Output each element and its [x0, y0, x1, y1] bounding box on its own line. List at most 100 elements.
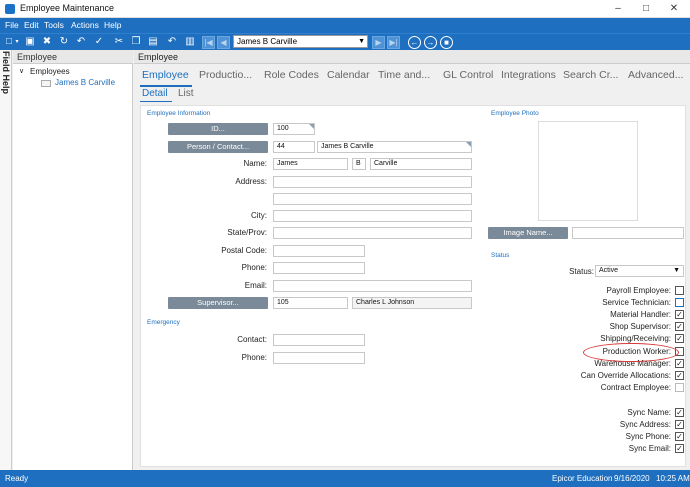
material-handler-checkbox[interactable]: ✓ — [675, 310, 684, 319]
menu-edit[interactable]: Edit — [24, 20, 39, 30]
phone-field[interactable] — [273, 262, 365, 274]
record-nav-value: James B Carville — [237, 37, 298, 46]
status-value: Active — [599, 267, 619, 274]
middle-initial-field[interactable]: B — [352, 158, 366, 170]
sync-email-checkbox[interactable]: ✓ — [675, 444, 684, 453]
tab-integrations[interactable]: Integrations — [501, 69, 556, 81]
address-line1-field[interactable] — [273, 176, 472, 188]
image-name-field[interactable] — [572, 227, 684, 239]
supervisor-button[interactable]: Supervisor... — [168, 297, 268, 309]
tab-employee[interactable]: Employee — [142, 69, 189, 81]
undo-icon[interactable]: ↶ — [75, 36, 87, 48]
status-company: Epicor Education — [552, 474, 613, 483]
refresh-icon[interactable]: ↻ — [58, 36, 70, 48]
status-select[interactable]: Active ▼ — [595, 265, 684, 277]
postal-code-label: Postal Code: — [221, 246, 267, 255]
service-technician-checkbox[interactable] — [675, 298, 684, 307]
shipping-receiving-checkbox[interactable]: ✓ — [675, 334, 684, 343]
state-label: State/Prov: — [227, 228, 267, 237]
last-name-field[interactable]: Carville — [370, 158, 472, 170]
last-record-button[interactable]: ▶| — [387, 36, 400, 49]
tree-header: Employee — [13, 50, 133, 64]
first-record-button[interactable]: |◀ — [202, 36, 215, 49]
tree-collapse-icon[interactable]: ∨ — [19, 67, 24, 75]
person-name-field[interactable]: James B Carville — [317, 141, 472, 153]
previous-record-button[interactable]: ◀ — [217, 36, 230, 49]
back-arrow-icon[interactable]: ↶ — [166, 36, 178, 48]
menu-actions[interactable]: Actions — [71, 20, 99, 30]
tree-root[interactable]: Employees — [30, 67, 70, 76]
field-help-label: Field Help — [1, 51, 11, 95]
active-subtab-indicator — [140, 101, 172, 102]
employee-photo — [538, 121, 638, 221]
email-field[interactable] — [273, 280, 472, 292]
emergency-contact-label: Contact: — [237, 335, 267, 344]
shop-supervisor-checkbox[interactable]: ✓ — [675, 322, 684, 331]
shipping-receiving-label: Shipping/Receiving: — [600, 334, 671, 343]
emergency-contact-field[interactable] — [273, 334, 365, 346]
record-nav-combo[interactable]: James B Carville ▼ — [233, 35, 368, 48]
tab-search-criteria[interactable]: Search Cr... — [563, 69, 618, 81]
maximize-button[interactable]: □ — [634, 1, 658, 17]
subtab-list[interactable]: List — [178, 88, 194, 99]
supervisor-id-field[interactable]: 105 — [273, 297, 348, 309]
person-contact-button[interactable]: Person / Contact... — [168, 141, 268, 153]
can-override-allocations-checkbox[interactable]: ✓ — [675, 371, 684, 380]
state-field[interactable] — [273, 227, 472, 239]
first-name-field[interactable]: James — [273, 158, 348, 170]
email-label: Email: — [244, 281, 267, 290]
emergency-phone-label: Phone: — [241, 353, 267, 362]
contract-employee-label: Contract Employee: — [600, 383, 671, 392]
address-line2-field[interactable] — [273, 193, 472, 205]
shop-supervisor-label: Shop Supervisor: — [609, 322, 671, 331]
phone-label: Phone: — [241, 263, 267, 272]
nav-forward-icon[interactable]: → — [424, 36, 437, 49]
paste-icon[interactable]: ▤ — [147, 36, 159, 48]
city-field[interactable] — [273, 210, 472, 222]
menu-help[interactable]: Help — [104, 20, 121, 30]
tab-time-and[interactable]: Time and... — [378, 69, 430, 81]
menu-bar: File Edit Tools Actions Help — [0, 18, 690, 33]
person-id-field[interactable]: 44 — [273, 141, 315, 153]
next-record-button[interactable]: ▶ — [372, 36, 385, 49]
delete-icon[interactable]: ✖ — [41, 36, 53, 48]
copy-icon[interactable]: ❐ — [130, 36, 142, 48]
postal-code-field[interactable] — [273, 245, 365, 257]
chevron-down-icon: ▼ — [358, 38, 365, 45]
minimize-button[interactable]: – — [606, 1, 630, 17]
new-dropdown-icon[interactable]: ▾ — [11, 36, 23, 48]
stop-icon[interactable]: ■ — [440, 36, 453, 49]
app-icon — [5, 4, 15, 14]
sync-phone-checkbox[interactable]: ✓ — [675, 432, 684, 441]
payroll-employee-checkbox[interactable] — [675, 286, 684, 295]
sync-phone-label: Sync Phone: — [625, 432, 671, 441]
subtab-detail[interactable]: Detail — [142, 88, 168, 99]
sync-address-checkbox[interactable]: ✓ — [675, 420, 684, 429]
tab-advanced[interactable]: Advanced... — [628, 69, 683, 81]
tab-role-codes[interactable]: Role Codes — [264, 69, 319, 81]
chevron-down-icon: ▼ — [673, 267, 680, 274]
id-field[interactable]: 100 — [273, 123, 315, 135]
cut-icon[interactable]: ✂ — [113, 36, 125, 48]
image-name-button[interactable]: Image Name... — [488, 227, 568, 239]
sync-name-checkbox[interactable]: ✓ — [675, 408, 684, 417]
status-label: Status: — [569, 267, 594, 276]
payroll-employee-label: Payroll Employee: — [606, 286, 671, 295]
nav-back-icon[interactable]: ← — [408, 36, 421, 49]
warehouse-manager-checkbox[interactable]: ✓ — [675, 359, 684, 368]
tab-production[interactable]: Productio... — [199, 69, 252, 81]
contract-employee-checkbox[interactable] — [675, 383, 684, 392]
id-button[interactable]: ID... — [168, 123, 268, 135]
menu-file[interactable]: File — [5, 20, 19, 30]
tab-calendar[interactable]: Calendar — [327, 69, 370, 81]
field-help-panel[interactable]: Field Help — [0, 50, 12, 470]
attachment-icon[interactable]: ▥ — [184, 36, 196, 48]
close-button[interactable]: ✕ — [662, 1, 686, 17]
menu-tools[interactable]: Tools — [44, 20, 64, 30]
tab-gl-control[interactable]: GL Control — [443, 69, 493, 81]
clear-icon[interactable]: ✓ — [93, 36, 105, 48]
tree-item-employee[interactable]: James B Carville — [55, 78, 115, 87]
tree-panel: Employee ∨ Employees James B Carville — [13, 50, 133, 470]
emergency-phone-field[interactable] — [273, 352, 365, 364]
save-icon[interactable]: ▣ — [24, 36, 36, 48]
